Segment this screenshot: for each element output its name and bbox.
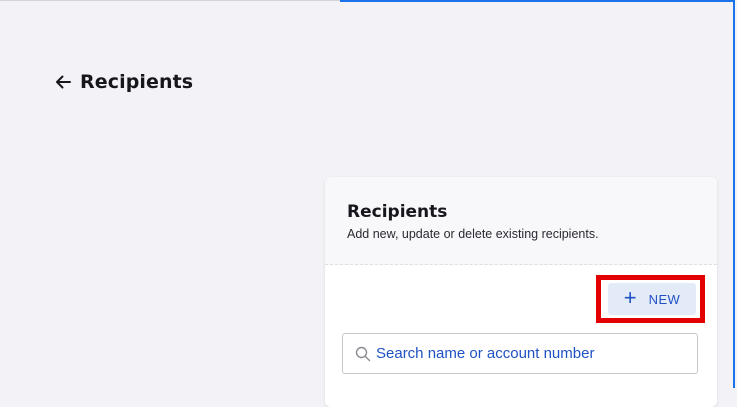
top-divider [0,0,340,1]
arrow-left-icon[interactable] [54,70,72,94]
card-subtitle: Add new, update or delete existing recip… [347,227,599,241]
card-title: Recipients [347,202,448,222]
new-button-label: NEW [648,291,681,307]
page-title: Recipients [80,71,194,93]
new-recipient-button[interactable]: + NEW [608,283,696,315]
search-icon [355,346,371,362]
search-field[interactable] [342,333,698,374]
page-header: Recipients [54,70,193,94]
card-header: Recipients Add new, update or delete exi… [325,177,717,265]
plus-icon: + [623,285,637,310]
search-input[interactable] [376,345,676,362]
